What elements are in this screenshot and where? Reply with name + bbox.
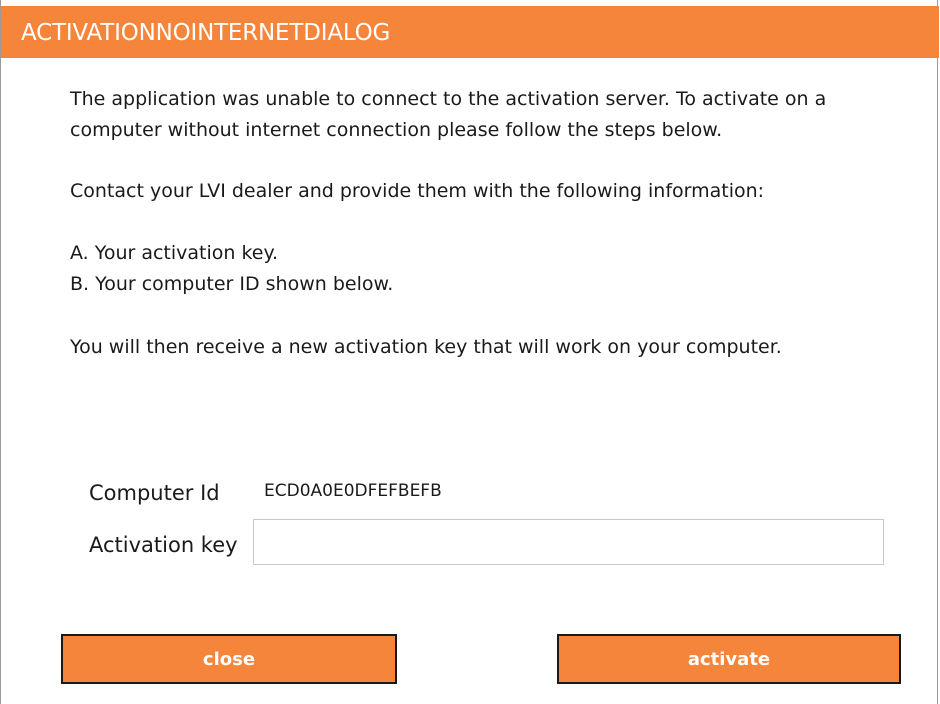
message-line-4: You will then receive a new activation k…: [70, 336, 782, 358]
activation-key-label: Activation key: [89, 533, 238, 557]
dialog-title: ACTIVATIONNOINTERNETDIALOG: [21, 20, 391, 46]
message-line-2: computer without internet connection ple…: [70, 119, 723, 141]
activation-dialog: ACTIVATIONNOINTERNETDIALOG The applicati…: [0, 0, 939, 704]
computer-id-label: Computer Id: [89, 481, 220, 505]
activate-button[interactable]: activate: [557, 634, 901, 684]
activation-key-input[interactable]: [253, 519, 884, 565]
step-a: A. Your activation key.: [70, 242, 279, 264]
computer-id-value: ECD0A0E0DFEFBEFB: [264, 481, 442, 501]
step-b: B. Your computer ID shown below.: [70, 273, 394, 295]
close-button[interactable]: close: [61, 634, 397, 684]
message-line-3: Contact your LVI dealer and provide them…: [70, 180, 765, 202]
title-bar: ACTIVATIONNOINTERNETDIALOG: [1, 6, 939, 58]
message-line-1: The application was unable to connect to…: [70, 88, 827, 110]
